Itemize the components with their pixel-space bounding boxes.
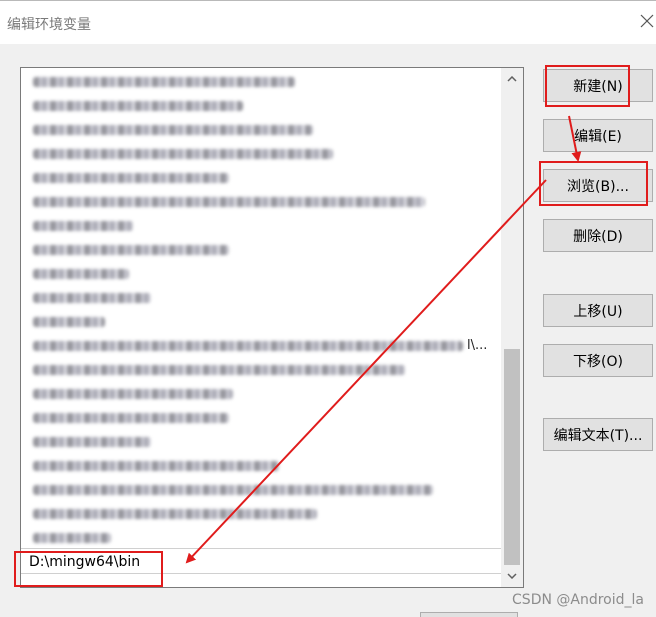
list-item[interactable]	[29, 167, 499, 189]
edit-text-button[interactable]: 编辑文本(T)...	[543, 418, 653, 451]
list-item[interactable]	[29, 311, 499, 333]
list-item[interactable]	[29, 479, 499, 501]
list-item[interactable]	[29, 215, 499, 237]
list-item-suffix: l\...	[467, 338, 488, 353]
delete-button[interactable]: 删除(D)	[543, 219, 653, 252]
list-item[interactable]	[29, 143, 499, 165]
move-up-button[interactable]: 上移(U)	[543, 294, 653, 327]
close-icon[interactable]	[640, 14, 654, 28]
new-button[interactable]: 新建(N)	[543, 69, 653, 102]
title-bar: 编辑环境变量	[0, 0, 656, 44]
list-item[interactable]	[29, 263, 499, 285]
list-item[interactable]	[29, 71, 499, 93]
chevron-down-icon	[507, 573, 517, 579]
browse-button[interactable]: 浏览(B)...	[543, 169, 653, 202]
list-item[interactable]	[29, 359, 499, 381]
path-edit-field[interactable]: D:\mingw64\bin	[29, 554, 140, 570]
scroll-up-button[interactable]	[501, 70, 523, 88]
list-item[interactable]	[29, 431, 499, 453]
list-item[interactable]: l\...	[29, 335, 499, 357]
list-item[interactable]	[29, 191, 499, 213]
list-item[interactable]	[29, 239, 499, 261]
dialog-title: 编辑环境变量	[7, 17, 91, 33]
vertical-scrollbar[interactable]	[501, 68, 523, 587]
list-item[interactable]	[29, 455, 499, 477]
edit-button[interactable]: 编辑(E)	[543, 119, 653, 152]
edit-env-var-dialog: 编辑环境变量 l\... D:\mingw64\bin 新建(N) 编辑(E) …	[0, 0, 656, 617]
ok-button-edge[interactable]	[420, 612, 518, 617]
chevron-up-icon	[507, 76, 517, 82]
scroll-thumb[interactable]	[504, 349, 520, 565]
list-item[interactable]	[29, 119, 499, 141]
scroll-down-button[interactable]	[501, 567, 523, 585]
path-edit-row[interactable]: D:\mingw64\bin	[21, 548, 501, 574]
list-item[interactable]	[29, 95, 499, 117]
list-item[interactable]	[29, 287, 499, 309]
path-list[interactable]: l\... D:\mingw64\bin	[20, 67, 524, 588]
watermark: CSDN @Android_la	[512, 592, 644, 608]
list-item[interactable]	[29, 503, 499, 525]
list-item[interactable]	[29, 383, 499, 405]
list-item[interactable]	[29, 407, 499, 429]
list-item[interactable]	[29, 527, 499, 549]
move-down-button[interactable]: 下移(O)	[543, 344, 653, 377]
